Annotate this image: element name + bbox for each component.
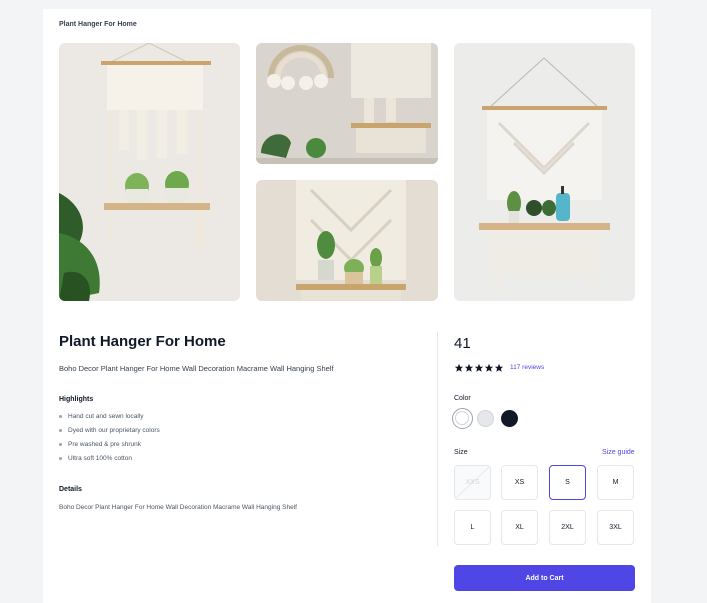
product-description: Boho Decor Plant Hanger For Home Wall De… (59, 364, 334, 373)
size-option-label: S (565, 479, 570, 486)
size-guide-link[interactable]: Size guide (602, 449, 635, 456)
size-option-s[interactable]: S (549, 465, 586, 500)
color-label: Color (454, 395, 471, 402)
list-item: Hand cut and sewn locally (59, 410, 160, 424)
size-option-l[interactable]: L (454, 510, 491, 545)
color-swatch-gray[interactable] (477, 410, 494, 427)
list-item: Pre washed & pre shrunk (59, 438, 160, 452)
color-swatch-white[interactable] (452, 408, 473, 429)
product-title: Plant Hanger For Home (59, 333, 226, 350)
color-swatch-black[interactable] (501, 410, 518, 427)
highlights-heading: Highlights (59, 396, 94, 403)
product-image-detail-top[interactable] (256, 43, 438, 164)
breadcrumb[interactable]: Plant Hanger For Home (59, 21, 137, 28)
product-image-main[interactable] (59, 43, 240, 301)
list-item: Dyed with our proprietary colors (59, 424, 160, 438)
size-option-label: XXS (465, 479, 480, 486)
star-icon (474, 363, 484, 372)
size-option-label: M (612, 479, 619, 486)
highlights-list: Hand cut and sewn locally Dyed with our … (59, 410, 160, 466)
rating-stars (454, 363, 504, 373)
size-option-m[interactable]: M (597, 465, 634, 500)
size-option-label: L (470, 524, 475, 531)
size-option-xs[interactable]: XS (501, 465, 538, 500)
star-icon (484, 363, 494, 372)
size-option-label: XS (514, 479, 525, 486)
add-to-cart-button[interactable]: Add to Cart (454, 565, 635, 591)
details-heading: Details (59, 486, 82, 493)
reviews-link[interactable]: 117 reviews (510, 364, 544, 371)
product-image-detail-bottom[interactable] (256, 180, 438, 301)
column-divider (437, 332, 438, 546)
size-option-xxs[interactable]: XXS (454, 465, 491, 500)
size-option-3xl[interactable]: 3XL (597, 510, 634, 545)
list-item: Ultra soft 100% cotton (59, 452, 160, 466)
size-option-2xl[interactable]: 2XL (549, 510, 586, 545)
size-option-label: 2XL (561, 524, 574, 531)
size-option-xl[interactable]: XL (501, 510, 538, 545)
details-text: Boho Decor Plant Hanger For Home Wall De… (59, 504, 297, 511)
size-label: Size (454, 449, 468, 456)
size-option-label: 3XL (609, 524, 622, 531)
size-option-label: XL (515, 524, 524, 531)
product-price: 41 (454, 335, 471, 352)
product-image-alt[interactable] (454, 43, 635, 301)
star-icon (454, 363, 464, 372)
star-icon (464, 363, 474, 372)
star-icon (494, 363, 504, 372)
